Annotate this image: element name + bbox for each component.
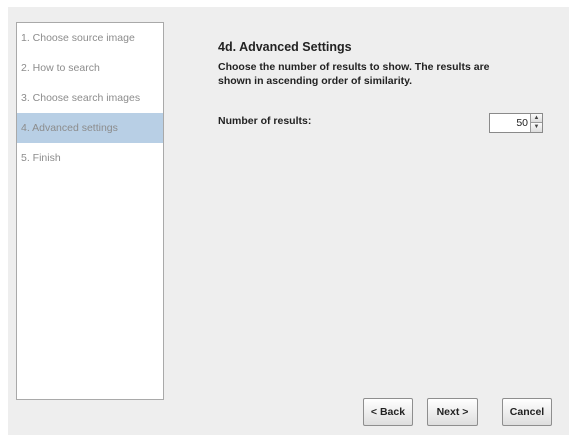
page-title: 4d. Advanced Settings	[218, 40, 352, 54]
results-count-label: Number of results:	[218, 115, 312, 127]
step-label: 2. How to search	[21, 62, 100, 74]
wizard-dialog: 1. Choose source image 2. How to search …	[8, 7, 569, 435]
step-advanced-settings: 4. Advanced settings	[17, 113, 163, 143]
settings-description: Choose the number of results to show. Th…	[218, 61, 490, 87]
step-label: 3. Choose search images	[21, 92, 141, 104]
results-count-spinner[interactable]: 50 ▲ ▼	[489, 113, 543, 133]
next-button[interactable]: Next >	[427, 398, 478, 426]
results-count-value[interactable]: 50	[490, 114, 530, 132]
spinner-up-arrow-icon[interactable]: ▲	[530, 114, 542, 123]
steps-list: 1. Choose source image 2. How to search …	[16, 22, 164, 400]
step-choose-search-images: 3. Choose search images	[17, 83, 163, 113]
step-choose-source-image: 1. Choose source image	[17, 23, 163, 53]
step-label: 1. Choose source image	[21, 32, 135, 44]
results-count-row: Number of results: 50 ▲ ▼	[218, 113, 543, 135]
step-label: 4. Advanced settings	[21, 122, 118, 134]
back-button[interactable]: < Back	[363, 398, 413, 426]
step-finish: 5. Finish	[17, 143, 163, 173]
settings-content: 4d. Advanced Settings Choose the number …	[218, 40, 548, 88]
step-label: 5. Finish	[21, 152, 61, 164]
cancel-button[interactable]: Cancel	[502, 398, 552, 426]
spinner-down-arrow-icon[interactable]: ▼	[530, 123, 542, 132]
step-how-to-search: 2. How to search	[17, 53, 163, 83]
